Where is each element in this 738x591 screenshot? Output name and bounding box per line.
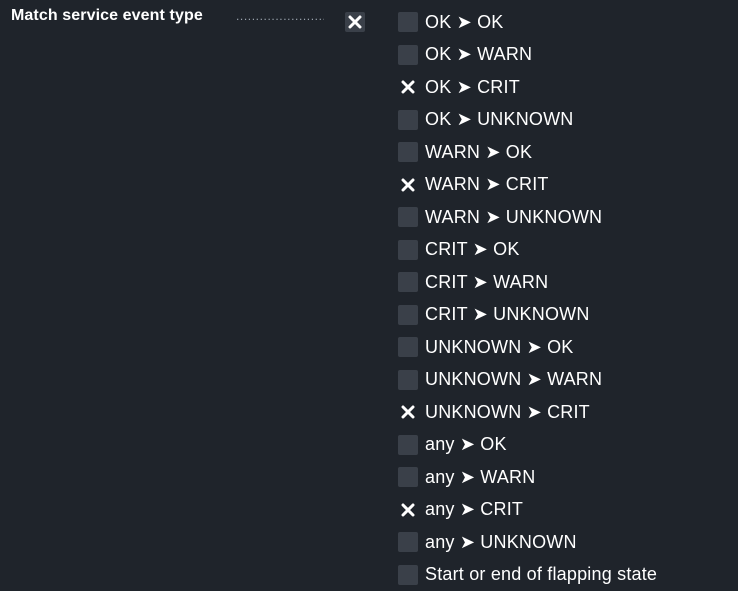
x-mark-icon (401, 80, 415, 94)
option-label: CRIT ➤ UNKNOWN (425, 304, 590, 325)
match-service-event-type-checkbox[interactable] (345, 12, 365, 32)
option-label: UNKNOWN ➤ OK (425, 337, 573, 358)
event-type-option[interactable]: WARN ➤ CRIT (398, 169, 657, 202)
event-type-option[interactable]: any ➤ UNKNOWN (398, 526, 657, 559)
option-label: WARN ➤ UNKNOWN (425, 207, 602, 228)
option-label: any ➤ OK (425, 434, 507, 455)
event-type-option[interactable]: UNKNOWN ➤ OK (398, 331, 657, 364)
option-checkbox[interactable] (398, 337, 418, 357)
option-checkbox[interactable] (398, 207, 418, 227)
event-type-option[interactable]: any ➤ CRIT (398, 494, 657, 527)
option-checkbox[interactable] (398, 240, 418, 260)
option-label: UNKNOWN ➤ WARN (425, 369, 602, 390)
event-type-option[interactable]: CRIT ➤ OK (398, 234, 657, 267)
option-checkbox[interactable] (398, 500, 418, 520)
event-type-option[interactable]: OK ➤ UNKNOWN (398, 104, 657, 137)
option-label: CRIT ➤ OK (425, 239, 520, 260)
event-type-options: OK ➤ OK OK ➤ WARN OK ➤ CRIT OK ➤ UNKNOWN… (398, 6, 657, 591)
service-event-type-field: Match service event type ...............… (0, 0, 738, 586)
option-label: OK ➤ OK (425, 12, 504, 33)
option-checkbox[interactable] (398, 12, 418, 32)
option-checkbox[interactable] (398, 532, 418, 552)
field-label: Match service event type (11, 7, 203, 25)
option-label: UNKNOWN ➤ CRIT (425, 402, 590, 423)
event-type-option[interactable]: CRIT ➤ UNKNOWN (398, 299, 657, 332)
option-label: any ➤ WARN (425, 467, 535, 488)
option-checkbox[interactable] (398, 565, 418, 585)
event-type-option[interactable]: CRIT ➤ WARN (398, 266, 657, 299)
option-label: CRIT ➤ WARN (425, 272, 548, 293)
option-checkbox[interactable] (398, 77, 418, 97)
event-type-option[interactable]: OK ➤ CRIT (398, 71, 657, 104)
event-type-option[interactable]: any ➤ WARN (398, 461, 657, 494)
event-type-option[interactable]: any ➤ OK (398, 429, 657, 462)
option-checkbox[interactable] (398, 305, 418, 325)
field-label-dots: .................................... (236, 7, 324, 25)
event-type-option[interactable]: UNKNOWN ➤ CRIT (398, 396, 657, 429)
option-checkbox[interactable] (398, 110, 418, 130)
option-checkbox[interactable] (398, 467, 418, 487)
option-checkbox[interactable] (398, 175, 418, 195)
event-type-option[interactable]: WARN ➤ UNKNOWN (398, 201, 657, 234)
x-mark-icon (401, 178, 415, 192)
option-label: any ➤ CRIT (425, 499, 523, 520)
option-label: Start or end of flapping state (425, 564, 657, 585)
option-checkbox[interactable] (398, 402, 418, 422)
option-checkbox[interactable] (398, 45, 418, 65)
option-checkbox[interactable] (398, 370, 418, 390)
event-type-option[interactable]: OK ➤ WARN (398, 39, 657, 72)
option-label: WARN ➤ CRIT (425, 174, 549, 195)
x-mark-icon (401, 503, 415, 517)
event-type-option[interactable]: UNKNOWN ➤ WARN (398, 364, 657, 397)
x-mark-icon (348, 15, 362, 29)
event-type-option[interactable]: Start or end of flapping state (398, 559, 657, 591)
event-type-option[interactable]: OK ➤ OK (398, 6, 657, 39)
option-checkbox[interactable] (398, 272, 418, 292)
option-label: any ➤ UNKNOWN (425, 532, 577, 553)
option-label: OK ➤ UNKNOWN (425, 109, 573, 130)
option-label: OK ➤ WARN (425, 44, 532, 65)
option-checkbox[interactable] (398, 142, 418, 162)
option-checkbox[interactable] (398, 435, 418, 455)
x-mark-icon (401, 405, 415, 419)
option-label: OK ➤ CRIT (425, 77, 520, 98)
option-label: WARN ➤ OK (425, 142, 532, 163)
event-type-option[interactable]: WARN ➤ OK (398, 136, 657, 169)
